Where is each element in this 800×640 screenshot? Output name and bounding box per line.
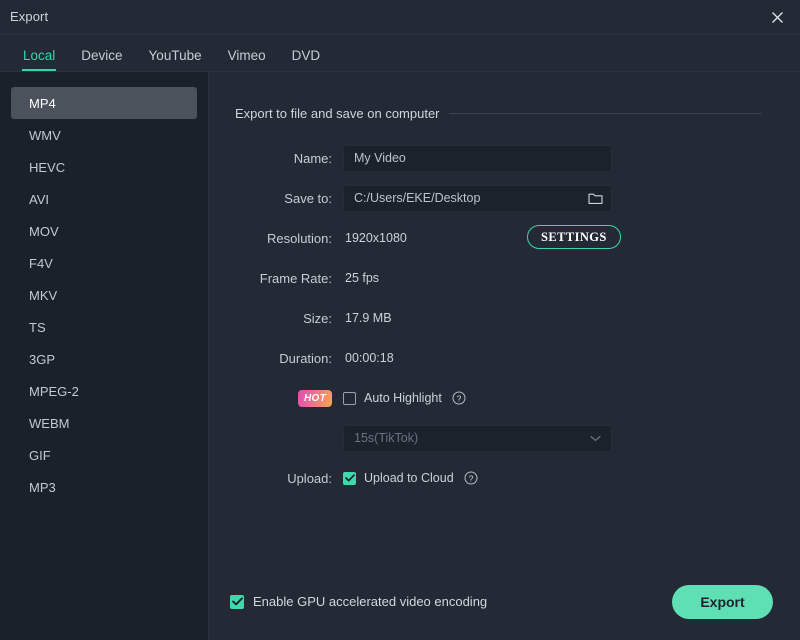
name-label: Name: — [293, 150, 332, 166]
auto-highlight-help-icon[interactable]: ? — [452, 391, 466, 405]
upload-help-icon[interactable]: ? — [464, 471, 478, 485]
format-item-3gp[interactable]: 3GP — [11, 343, 197, 375]
row-resolution: Resolution: 1920x1080 SETTINGS — [209, 218, 800, 258]
format-item-mpeg2[interactable]: MPEG-2 — [11, 375, 197, 407]
auto-highlight-label[interactable]: Auto Highlight — [364, 391, 442, 405]
title-bar: Export — [0, 0, 800, 35]
export-dialog: Export Local Device YouTube Vimeo DVD MP… — [0, 0, 800, 640]
gpu-acceleration-label[interactable]: Enable GPU accelerated video encoding — [253, 594, 487, 609]
upload-label: Upload: — [287, 470, 332, 486]
chevron-down-icon — [590, 431, 601, 445]
save-to-value: C:/Users/EKE/Desktop — [354, 191, 481, 205]
tab-vimeo[interactable]: Vimeo — [215, 48, 279, 71]
row-frame-rate: Frame Rate: 25 fps — [209, 258, 800, 298]
duration-label: Duration: — [279, 350, 332, 366]
format-item-wmv[interactable]: WMV — [11, 119, 197, 151]
size-value: 17.9 MB — [345, 311, 392, 325]
format-item-mp3[interactable]: MP3 — [11, 471, 197, 503]
format-item-mov[interactable]: MOV — [11, 215, 197, 247]
tab-bar: Local Device YouTube Vimeo DVD — [0, 35, 800, 72]
format-item-hevc[interactable]: HEVC — [11, 151, 197, 183]
row-name: Name: My Video — [209, 138, 800, 178]
save-to-label: Save to: — [284, 190, 332, 206]
size-label: Size: — [303, 310, 332, 326]
duration-value: 00:00:18 — [345, 351, 394, 365]
row-highlight-duration: 15s(TikTok) — [209, 418, 800, 458]
format-list: MP4 WMV HEVC AVI MOV F4V MKV TS 3GP MPEG… — [0, 72, 209, 640]
upload-to-cloud-label[interactable]: Upload to Cloud — [364, 471, 454, 485]
section-divider — [448, 113, 762, 114]
export-button[interactable]: Export — [672, 585, 773, 619]
save-to-input[interactable]: C:/Users/EKE/Desktop — [343, 184, 612, 212]
highlight-duration-select[interactable]: 15s(TikTok) — [343, 424, 612, 452]
format-item-ts[interactable]: TS — [11, 311, 197, 343]
tab-youtube[interactable]: YouTube — [136, 48, 215, 71]
close-button[interactable] — [754, 0, 800, 35]
svg-text:?: ? — [457, 394, 462, 403]
format-item-avi[interactable]: AVI — [11, 183, 197, 215]
format-item-f4v[interactable]: F4V — [11, 247, 197, 279]
format-item-mkv[interactable]: MKV — [11, 279, 197, 311]
gpu-acceleration-row: Enable GPU accelerated video encoding — [230, 594, 487, 609]
dialog-footer: Enable GPU accelerated video encoding Ex… — [209, 568, 800, 640]
frame-rate-label: Frame Rate: — [259, 270, 332, 286]
format-item-mp4[interactable]: MP4 — [11, 87, 197, 119]
auto-highlight-checkbox[interactable] — [343, 391, 356, 405]
format-item-gif[interactable]: GIF — [11, 439, 197, 471]
settings-button[interactable]: SETTINGS — [527, 225, 621, 249]
upload-to-cloud-checkbox[interactable] — [343, 471, 356, 485]
folder-icon[interactable] — [587, 191, 603, 205]
row-auto-highlight: HOT Auto Highlight ? — [209, 378, 800, 418]
row-upload: Upload: Upload to Cloud ? — [209, 458, 800, 498]
check-icon — [231, 597, 243, 606]
highlight-duration-value: 15s(TikTok) — [354, 431, 419, 445]
svg-text:?: ? — [468, 474, 473, 483]
row-size: Size: 17.9 MB — [209, 298, 800, 338]
tab-device[interactable]: Device — [68, 48, 135, 71]
tab-dvd[interactable]: DVD — [279, 48, 334, 71]
frame-rate-value: 25 fps — [345, 271, 380, 285]
check-icon — [344, 474, 355, 482]
section-header: Export to file and save on computer — [235, 106, 762, 121]
format-item-webm[interactable]: WEBM — [11, 407, 197, 439]
row-duration: Duration: 00:00:18 — [209, 338, 800, 378]
row-save-to: Save to: C:/Users/EKE/Desktop — [209, 178, 800, 218]
resolution-value: 1920x1080 — [345, 231, 407, 245]
tab-local[interactable]: Local — [10, 48, 68, 71]
section-title: Export to file and save on computer — [235, 106, 440, 121]
hot-badge: HOT — [298, 389, 332, 407]
export-settings-panel: Export to file and save on computer Name… — [209, 72, 800, 640]
window-title: Export — [10, 9, 49, 24]
gpu-acceleration-checkbox[interactable] — [230, 594, 244, 609]
resolution-label: Resolution: — [266, 230, 332, 246]
close-icon — [771, 12, 783, 23]
export-form: Name: My Video Save to: C:/Users/EKE/Des… — [209, 138, 800, 498]
name-input[interactable]: My Video — [343, 144, 612, 172]
